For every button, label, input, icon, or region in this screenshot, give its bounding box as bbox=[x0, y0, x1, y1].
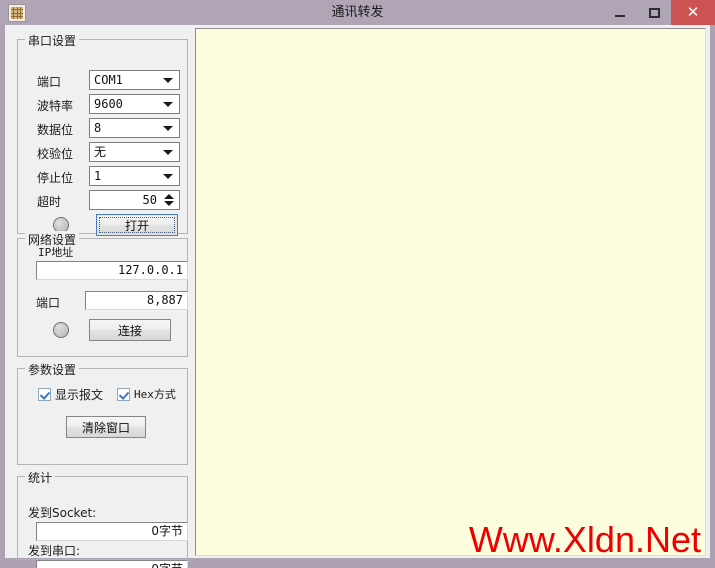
network-port-label: 端口 bbox=[36, 296, 61, 310]
site-watermark: Www.Xldn.Net bbox=[468, 519, 701, 556]
sent-to-serial-value-field: 0字节 bbox=[36, 560, 188, 568]
checkbox-checked-icon bbox=[117, 387, 130, 401]
params-settings-title: 参数设置 bbox=[25, 361, 80, 378]
baudrate-combobox[interactable]: 9600 bbox=[89, 94, 180, 114]
connect-button[interactable]: 连接 bbox=[89, 319, 171, 341]
close-icon: ✕ bbox=[686, 3, 700, 21]
port-label: 端口 bbox=[37, 75, 62, 89]
databits-combobox[interactable]: 8 bbox=[89, 118, 180, 138]
open-serial-label: 打开 bbox=[124, 218, 149, 233]
ip-address-input[interactable]: 127.0.0.1 bbox=[36, 261, 188, 280]
baudrate-label: 波特率 bbox=[37, 99, 74, 113]
close-button[interactable]: ✕ bbox=[671, 0, 715, 25]
maximize-icon bbox=[648, 7, 660, 18]
stepper-up-icon[interactable] bbox=[164, 194, 174, 199]
chevron-down-icon bbox=[163, 126, 173, 131]
minimize-button[interactable] bbox=[603, 0, 637, 25]
sent-to-socket-value: 0字节 bbox=[151, 524, 183, 538]
baudrate-value: 9600 bbox=[94, 97, 123, 111]
stopbits-label: 停止位 bbox=[37, 171, 74, 185]
open-serial-button[interactable]: 打开 bbox=[96, 214, 178, 236]
show-message-label: 显示报文 bbox=[55, 388, 104, 402]
sent-to-socket-label: 发到Socket: bbox=[28, 506, 97, 520]
checkbox-checked-icon bbox=[38, 388, 51, 401]
sent-to-serial-label: 发到串口: bbox=[28, 544, 81, 558]
message-log-panel[interactable]: Www.Xldn.Net bbox=[195, 28, 706, 556]
clear-window-button[interactable]: 清除窗口 bbox=[66, 416, 146, 438]
stopbits-combobox[interactable]: 1 bbox=[89, 166, 180, 186]
statistics-title: 统计 bbox=[25, 469, 56, 486]
minimize-icon bbox=[615, 14, 625, 17]
network-port-input[interactable]: 8,887 bbox=[85, 291, 188, 310]
parity-label: 校验位 bbox=[37, 147, 74, 161]
databits-label: 数据位 bbox=[37, 123, 74, 137]
port-combobox[interactable]: COM1 bbox=[89, 70, 180, 90]
ip-address-value: 127.0.0.1 bbox=[117, 263, 183, 277]
network-status-led bbox=[53, 322, 69, 338]
sent-to-serial-value: 0字节 bbox=[151, 561, 183, 568]
timeout-value: 50 bbox=[142, 193, 157, 207]
ip-address-label: IP地址 bbox=[38, 246, 74, 259]
application-window: 通讯转发 ✕ 串口设置 端口 COM1 波特率 9600 数据位 8 校验位 无… bbox=[0, 0, 715, 568]
timeout-label: 超时 bbox=[37, 195, 62, 209]
chevron-down-icon bbox=[163, 150, 173, 155]
network-port-value: 8,887 bbox=[146, 293, 183, 307]
chevron-down-icon bbox=[163, 102, 173, 107]
connect-label: 连接 bbox=[117, 323, 142, 338]
hex-mode-label: Hex方式 bbox=[134, 388, 176, 401]
timeout-stepper[interactable]: 50 bbox=[89, 190, 180, 210]
client-area: 串口设置 端口 COM1 波特率 9600 数据位 8 校验位 无 停止位 1 … bbox=[5, 25, 710, 568]
sent-to-socket-value-field: 0字节 bbox=[36, 522, 188, 541]
clear-window-label: 清除窗口 bbox=[81, 420, 130, 435]
hex-mode-checkbox[interactable]: Hex方式 bbox=[117, 386, 176, 402]
chevron-down-icon bbox=[163, 174, 173, 179]
parity-combobox[interactable]: 无 bbox=[89, 142, 180, 162]
parity-value: 无 bbox=[94, 145, 107, 159]
stepper-down-icon[interactable] bbox=[164, 201, 174, 206]
maximize-button[interactable] bbox=[637, 0, 671, 25]
title-bar[interactable]: 通讯转发 ✕ bbox=[0, 0, 715, 25]
port-value: COM1 bbox=[94, 73, 123, 87]
settings-column: 串口设置 端口 COM1 波特率 9600 数据位 8 校验位 无 停止位 1 … bbox=[10, 28, 193, 568]
databits-value: 8 bbox=[94, 121, 102, 135]
serial-settings-title: 串口设置 bbox=[25, 32, 80, 49]
stopbits-value: 1 bbox=[94, 169, 102, 183]
chevron-down-icon bbox=[163, 78, 173, 83]
show-message-checkbox[interactable]: 显示报文 bbox=[38, 386, 103, 403]
